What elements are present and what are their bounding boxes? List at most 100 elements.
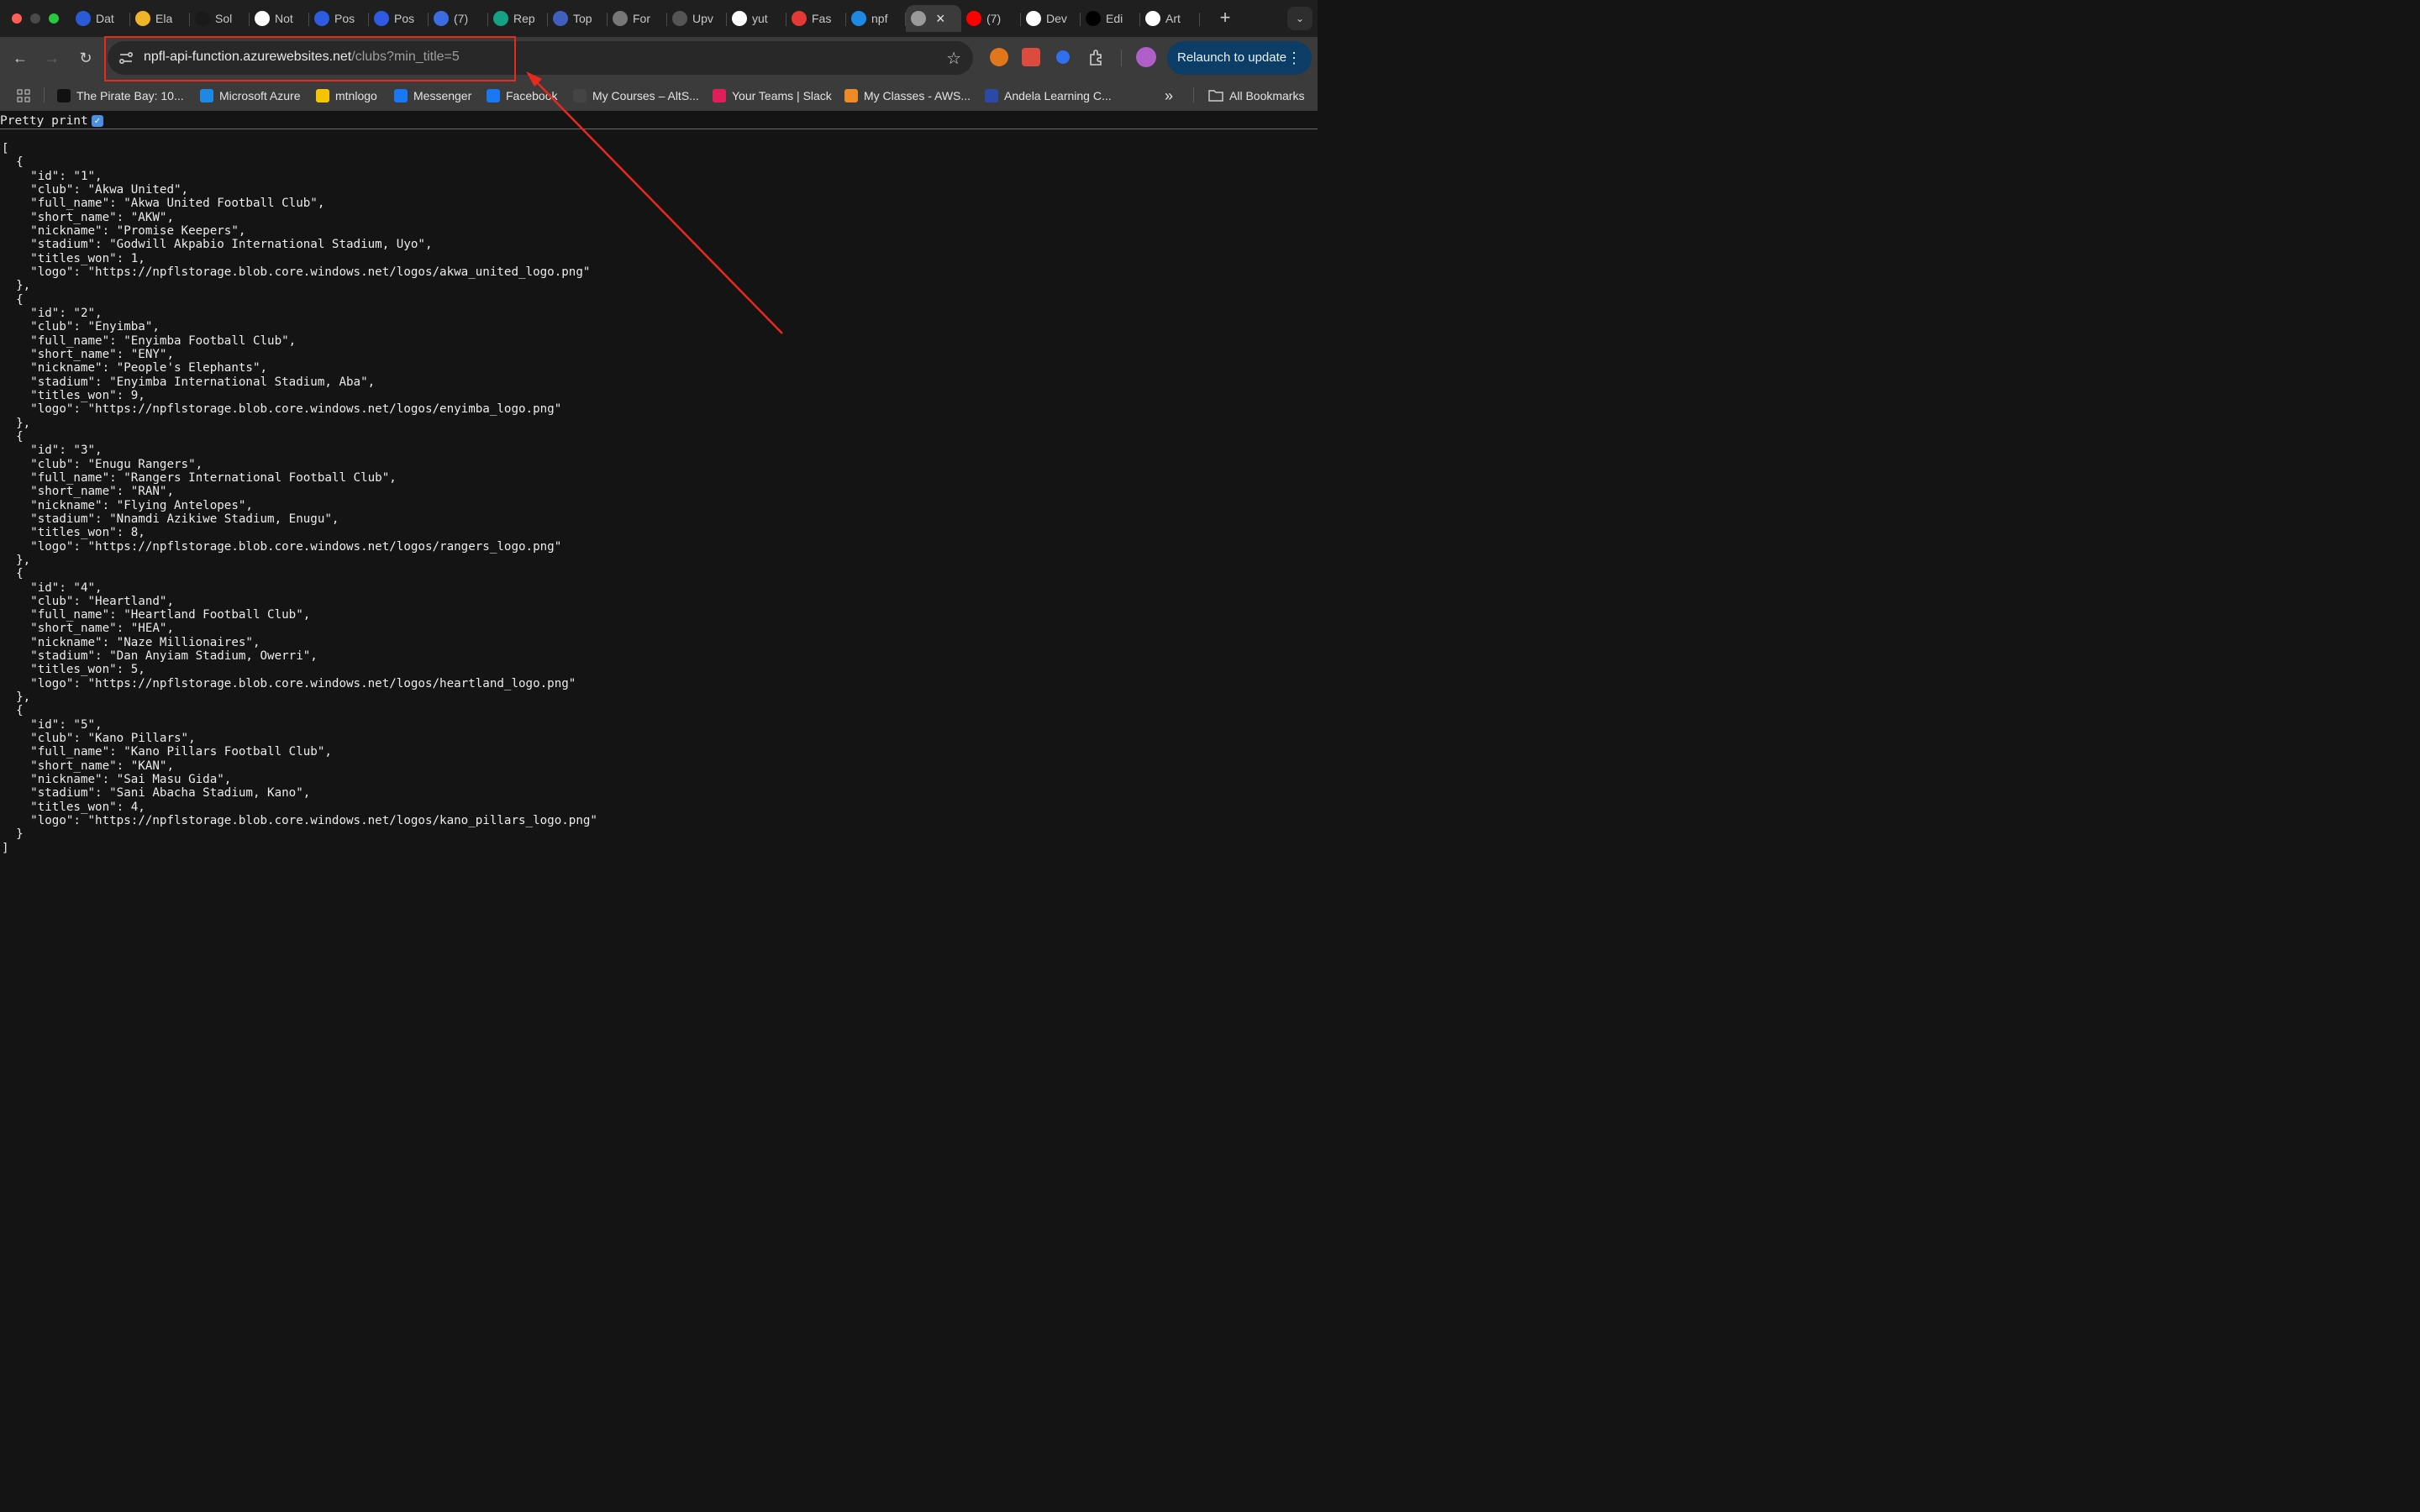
youtube-icon: [966, 11, 981, 26]
tab-title: Dev: [1046, 12, 1067, 25]
tab-title: Art: [1165, 12, 1181, 25]
elastic-icon: [135, 11, 150, 26]
azure-icon: [200, 89, 213, 102]
pretty-print-label: Pretty print: [0, 114, 88, 128]
browser-tab[interactable]: Rep: [488, 5, 548, 32]
ng-logo-icon: [195, 11, 210, 26]
bookmark-label: My Classes - AWS...: [864, 89, 971, 102]
new-tab-button[interactable]: +: [1217, 7, 1234, 29]
bookmark-item[interactable]: Facebook: [487, 87, 557, 104]
bookmark-item[interactable]: The Pirate Bay: 10...: [57, 87, 184, 104]
facebook-icon: [394, 89, 408, 102]
bookmark-item[interactable]: My Courses – AltS...: [573, 87, 699, 104]
tab-list: Dat Ela Sol Not Pos Pos (7) Rep Top For Upv yut Fas n…: [71, 5, 1200, 34]
browser-tab[interactable]: Dat: [71, 5, 130, 32]
bookmark-item[interactable]: Your Teams | Slack: [713, 87, 832, 104]
medium-icon: [57, 89, 71, 102]
browser-tab[interactable]: Top: [548, 5, 608, 32]
all-bookmarks-button[interactable]: All Bookmarks: [1208, 87, 1304, 104]
bookmark-item[interactable]: Andela Learning C...: [985, 87, 1112, 104]
bookmark-star-icon[interactable]: ☆: [946, 48, 961, 69]
dev-icon: [1086, 11, 1101, 26]
tab-search-button[interactable]: ⌄: [1287, 7, 1313, 30]
zoom-icon: [314, 11, 329, 26]
replit-icon: [493, 11, 508, 26]
bookmark-item[interactable]: Messenger: [394, 87, 471, 104]
browser-tab[interactable]: Not: [250, 5, 309, 32]
bookmarks-divider: [1193, 87, 1194, 102]
browser-tab[interactable]: Art: [1140, 5, 1200, 32]
pretty-print-toggle[interactable]: Pretty print ✓: [0, 113, 103, 129]
maximize-window-button[interactable]: [49, 13, 59, 24]
blue-dot-extension-icon[interactable]: [1056, 50, 1070, 64]
browser-tab[interactable]: Upv: [667, 5, 727, 32]
browser-tab[interactable]: Edi: [1081, 5, 1140, 32]
chatgpt-icon: [1145, 11, 1160, 26]
upwork-icon: [672, 11, 687, 26]
tab-title: npf: [871, 12, 888, 25]
facebook-icon: [487, 89, 500, 102]
bookmark-item[interactable]: Microsoft Azure: [200, 87, 300, 104]
tab-title: Pos: [334, 12, 355, 25]
bookmark-item[interactable]: My Classes - AWS...: [844, 87, 971, 104]
github-icon: [732, 11, 747, 26]
bookmark-label: Andela Learning C...: [1004, 89, 1112, 102]
bookmark-item[interactable]: mtnlogo: [316, 87, 377, 104]
relaunch-label: Relaunch to update: [1177, 50, 1287, 65]
tab-title: Edi: [1106, 12, 1123, 25]
browser-tab[interactable]: Ela: [130, 5, 190, 32]
andela-icon: [985, 89, 998, 102]
c-logo-icon: [76, 11, 91, 26]
close-window-button[interactable]: [12, 13, 22, 24]
apps-grid-icon[interactable]: [17, 87, 30, 104]
browser-tab[interactable]: Dev: [1021, 5, 1081, 32]
tab-title: Dat: [96, 12, 114, 25]
browser-tab[interactable]: (7): [961, 5, 1021, 32]
more-bookmarks-chevron-icon[interactable]: »: [1165, 87, 1173, 104]
todoist-icon[interactable]: [1022, 48, 1040, 66]
forward-button[interactable]: →: [42, 48, 62, 68]
annotation-highlight-box: [104, 36, 516, 81]
metamask-icon[interactable]: [990, 48, 1008, 66]
bookmark-label: mtnlogo: [335, 89, 377, 102]
relaunch-to-update-button[interactable]: Relaunch to update ⋮: [1167, 41, 1312, 75]
tab-title: Top: [573, 12, 592, 25]
minimize-window-button[interactable]: [30, 13, 40, 24]
puzzle-extensions-icon[interactable]: [1087, 48, 1106, 66]
browser-tab[interactable]: Fas: [786, 5, 846, 32]
tab-title: Not: [275, 12, 293, 25]
tab-title: Ela: [155, 12, 173, 25]
close-tab-icon[interactable]: ×: [936, 10, 945, 28]
browser-tab[interactable]: Pos: [369, 5, 429, 32]
bookmark-label: The Pirate Bay: 10...: [76, 89, 184, 102]
browser-tab[interactable]: Sol: [190, 5, 250, 32]
browser-tab[interactable]: For: [608, 5, 667, 32]
bookmark-label: Messenger: [413, 89, 472, 102]
tab-title: Fas: [812, 12, 832, 25]
browser-tab[interactable]: Pos: [309, 5, 369, 32]
folder-icon: [1208, 90, 1223, 102]
back-button[interactable]: ←: [10, 48, 30, 68]
zoom-icon: [374, 11, 389, 26]
bookmarks-bar: The Pirate Bay: 10... Microsoft Azure mtnl…: [0, 79, 1318, 111]
browser-tab[interactable]: (7): [429, 5, 488, 32]
page-content: Pretty print ✓ [ { "id": "1", "club": "A…: [0, 111, 1318, 855]
browser-tab[interactable]: yut: [727, 5, 786, 32]
tab-title: For: [633, 12, 650, 25]
tab-separator: [1199, 13, 1200, 26]
browser-tab[interactable]: npf: [846, 5, 906, 32]
aws-box-icon: [844, 89, 858, 102]
fast-icon: [792, 11, 807, 26]
pretty-print-checkbox[interactable]: ✓: [91, 115, 103, 127]
menu-dots-icon[interactable]: ⋮: [1286, 41, 1302, 75]
reload-button[interactable]: ↻: [76, 48, 96, 68]
altschool-icon: [573, 89, 587, 102]
azure-icon: [851, 11, 866, 26]
profile-avatar[interactable]: [1136, 47, 1156, 67]
mtn-icon: [316, 89, 329, 102]
browser-tab[interactable]: ×: [906, 5, 961, 32]
slack-icon: [713, 89, 726, 102]
bookmark-label: Microsoft Azure: [219, 89, 301, 102]
audio-wave-icon: [613, 11, 628, 26]
tab-strip: Dat Ela Sol Not Pos Pos (7) Rep Top For Upv yut Fas n…: [0, 0, 1318, 37]
